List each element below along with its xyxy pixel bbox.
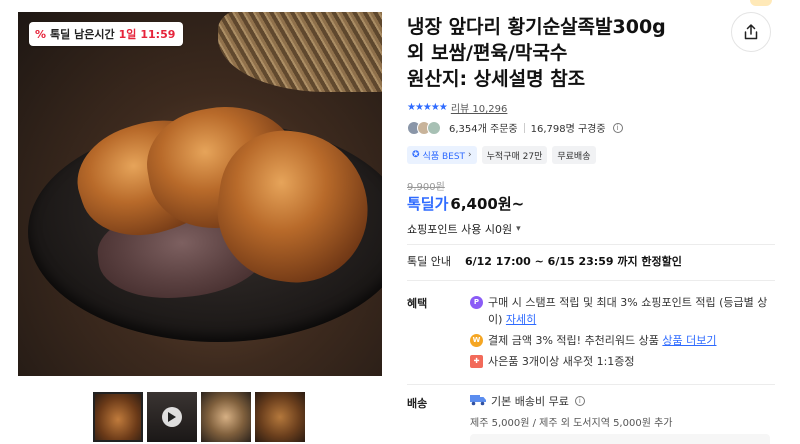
product-title-line-1: 냉장 앞다리 황기순살족발300g	[407, 16, 666, 38]
dried-herb-garnish	[218, 12, 382, 92]
share-tooltip-tab	[750, 0, 772, 6]
rating-row: ★★★★★ 리뷰 10,296	[407, 100, 507, 115]
gift-icon: ✚	[470, 355, 483, 368]
product-title: 냉장 앞다리 황기순살족발300g 외 보쌈/편육/막국수 원산지: 상세설명 …	[407, 14, 727, 92]
play-icon	[162, 407, 182, 427]
star-rating-icon: ★★★★★	[407, 102, 448, 113]
point-use-label: 쇼핑포인트 사용 시0원	[407, 223, 513, 236]
truck-icon	[470, 394, 486, 409]
tag-food-best[interactable]: ✪ 식품 BEST ›	[407, 146, 477, 164]
won-coin-icon: W	[470, 334, 483, 347]
product-title-line-3: 원산지: 상세설명 참조	[407, 68, 586, 90]
timer-time: 11:59	[140, 27, 176, 41]
more-products-link[interactable]: 상품 더보기	[662, 334, 716, 347]
shipping-fee: 기본 배송비 무료	[491, 395, 569, 408]
stats-divider	[523, 122, 525, 133]
price-label: 톡딜가	[407, 195, 449, 213]
thumbnail-2-video[interactable]	[147, 392, 197, 442]
review-count-link[interactable]: 리뷰 10,296	[451, 100, 508, 115]
thumbnail-1[interactable]	[93, 392, 143, 442]
details-link[interactable]: 자세히	[506, 313, 536, 326]
benefit-item: W 결제 금액 3% 적립! 추천리워드 상품 상품 더보기	[470, 332, 770, 349]
shipping-label: 배송	[407, 397, 428, 410]
chevron-right-icon: ›	[468, 150, 472, 160]
thumbnail-strip	[93, 392, 305, 442]
percent-icon: %	[35, 27, 47, 41]
point-icon: P	[470, 296, 483, 309]
product-title-line-2: 외 보쌈/편육/막국수	[407, 42, 568, 64]
deal-info-row: 톡딜 안내 6/12 17:00 ~ 6/15 23:59 까지 한정할인	[407, 253, 682, 269]
stats-row: 6,354개 주문중 16,798명 구경중 i	[407, 120, 623, 135]
badge-icon: ✪	[412, 150, 420, 160]
viewer-count: 16,798명 구경중	[530, 124, 606, 135]
shipping-row: 기본 배송비 무료 i	[470, 393, 585, 409]
point-use-dropdown[interactable]: 쇼핑포인트 사용 시0원 ▾	[407, 221, 521, 237]
thumbnail-3[interactable]	[201, 392, 251, 442]
share-button[interactable]	[731, 12, 771, 52]
main-product-image[interactable]	[18, 12, 382, 376]
share-icon	[744, 24, 758, 40]
info-icon[interactable]: i	[574, 396, 585, 406]
deal-timer-badge: % 톡딜 남은시간 1일 11:59	[29, 22, 184, 46]
divider	[407, 244, 775, 245]
timer-days: 1일	[118, 28, 137, 41]
tag-free-shipping: 무료배송	[552, 146, 596, 164]
tag-row: ✪ 식품 BEST › 누적구매 27만 무료배송	[407, 146, 596, 164]
shipping-extra-fee: 제주 5,000원 / 제주 외 도서지역 5,000원 추가	[470, 418, 673, 429]
shipping-option-box[interactable]	[470, 434, 770, 444]
chevron-down-icon: ▾	[516, 224, 521, 234]
benefit-list: P 구매 시 스탬프 적립 및 최대 3% 쇼핑포인트 적립 (등급별 상이) …	[470, 294, 770, 374]
tag-cumulative-purchase: 누적구매 27만	[481, 146, 548, 164]
info-icon[interactable]: i	[612, 122, 623, 133]
deal-period: 6/12 17:00 ~ 6/15 23:59 까지 한정할인	[464, 255, 682, 268]
original-price: 9,900원	[407, 182, 445, 193]
order-count: 6,354개 주문중	[449, 124, 518, 135]
divider	[407, 280, 775, 281]
deal-label: 톡딜 안내	[407, 255, 451, 268]
price-row: 톡딜가 6,400원~	[407, 193, 524, 214]
sale-price: 6,400원~	[450, 195, 525, 213]
benefit-item: ✚ 사은품 3개이상 새우젓 1:1증정	[470, 353, 770, 370]
benefit-label: 혜택	[407, 297, 428, 310]
timer-label: 톡딜 남은시간	[50, 28, 115, 41]
divider	[407, 384, 775, 385]
thumbnail-4[interactable]	[255, 392, 305, 442]
benefit-item: P 구매 시 스탬프 적립 및 최대 3% 쇼핑포인트 적립 (등급별 상이) …	[470, 294, 770, 328]
buyer-avatars	[407, 120, 441, 135]
